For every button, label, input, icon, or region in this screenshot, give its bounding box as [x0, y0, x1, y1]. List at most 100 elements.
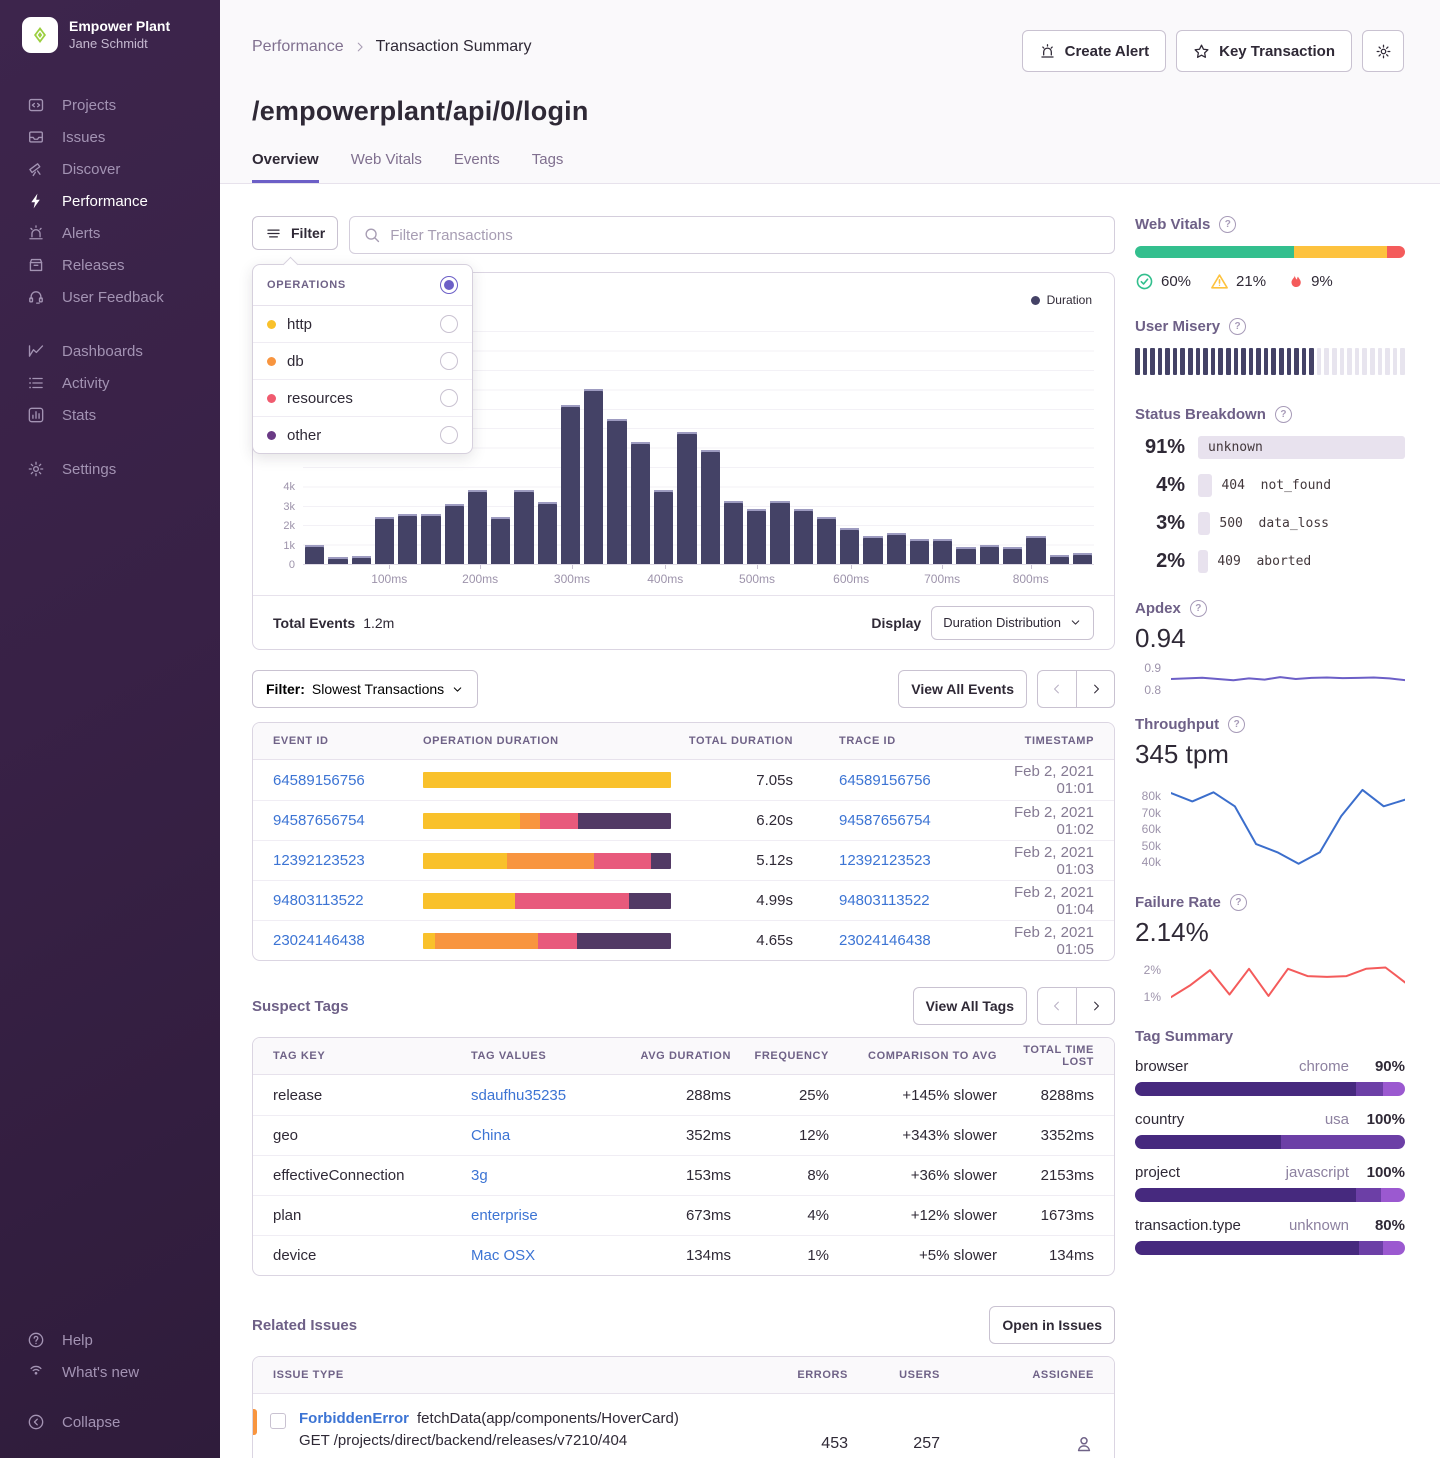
event-id-link[interactable]: 12392123523	[273, 852, 423, 869]
histogram-bar[interactable]	[538, 502, 557, 564]
histogram-bar[interactable]	[887, 533, 906, 564]
trace-id-link[interactable]: 94587656754	[793, 812, 993, 829]
tag-value-link[interactable]: enterprise	[471, 1207, 623, 1224]
help-question-icon[interactable]: ?	[1228, 716, 1245, 733]
trace-id-link[interactable]: 23024146438	[793, 932, 993, 949]
help-question-icon[interactable]: ?	[1230, 894, 1247, 911]
radio-selected-icon[interactable]	[440, 276, 458, 294]
event-id-link[interactable]: 23024146438	[273, 932, 423, 949]
open-in-issues-button[interactable]: Open in Issues	[989, 1306, 1115, 1344]
tag-value-link[interactable]: sdaufhu35235	[471, 1087, 623, 1104]
histogram-bar[interactable]	[1073, 553, 1092, 564]
histogram-bar[interactable]	[491, 517, 510, 564]
sidebar-item-alerts[interactable]: Alerts	[0, 217, 220, 249]
issue-checkbox[interactable]	[270, 1413, 286, 1429]
pager-next-button[interactable]	[1076, 988, 1114, 1024]
trace-id-link[interactable]: 64589156756	[793, 772, 993, 789]
tag-summary-bar[interactable]	[1135, 1188, 1405, 1202]
sidebar-item-user-feedback[interactable]: User Feedback	[0, 281, 220, 313]
histogram-bar[interactable]	[328, 557, 347, 564]
sidebar-item-what-s-new[interactable]: What's new	[0, 1356, 220, 1388]
assignee-button[interactable]	[966, 1434, 1094, 1454]
histogram-bar[interactable]	[980, 545, 999, 564]
help-question-icon[interactable]: ?	[1275, 406, 1292, 423]
operation-option-db[interactable]: db	[253, 343, 472, 380]
tab-web-vitals[interactable]: Web Vitals	[351, 151, 422, 183]
sidebar-item-dashboards[interactable]: Dashboards	[0, 335, 220, 367]
histogram-bar[interactable]	[794, 509, 813, 564]
histogram-bar[interactable]	[677, 432, 696, 564]
histogram-bar[interactable]	[445, 504, 464, 564]
histogram-bar[interactable]	[840, 528, 859, 564]
histogram-bar[interactable]	[631, 442, 650, 564]
histogram-bar[interactable]	[607, 419, 626, 565]
event-id-link[interactable]: 64589156756	[273, 772, 423, 789]
create-alert-button[interactable]: Create Alert	[1022, 30, 1166, 72]
operation-option-other[interactable]: other	[253, 417, 472, 453]
sidebar-item-help[interactable]: Help	[0, 1324, 220, 1356]
sidebar-item-releases[interactable]: Releases	[0, 249, 220, 281]
histogram-bar[interactable]	[910, 539, 929, 564]
pager-next-button[interactable]	[1076, 671, 1114, 707]
help-question-icon[interactable]: ?	[1219, 216, 1236, 233]
tab-events[interactable]: Events	[454, 151, 500, 183]
histogram-bar[interactable]	[421, 514, 440, 564]
sidebar-item-settings[interactable]: Settings	[0, 453, 220, 485]
histogram-bar[interactable]	[305, 545, 324, 564]
sidebar-item-stats[interactable]: Stats	[0, 399, 220, 431]
radio-icon[interactable]	[440, 352, 458, 370]
operation-option-http[interactable]: http	[253, 306, 472, 343]
histogram-bar[interactable]	[514, 490, 533, 564]
trace-id-link[interactable]: 94803113522	[793, 892, 993, 909]
histogram-bar[interactable]	[701, 450, 720, 565]
trace-id-link[interactable]: 12392123523	[793, 852, 993, 869]
events-filter-select[interactable]: Filter: Slowest Transactions	[252, 670, 478, 708]
tag-summary-bar[interactable]	[1135, 1082, 1405, 1096]
search-input[interactable]	[390, 227, 1101, 244]
sidebar-item-projects[interactable]: Projects	[0, 89, 220, 121]
sidebar-item-performance[interactable]: Performance	[0, 185, 220, 217]
histogram-bar[interactable]	[352, 556, 371, 564]
radio-icon[interactable]	[440, 389, 458, 407]
histogram-bar[interactable]	[654, 490, 673, 564]
histogram-bar[interactable]	[933, 539, 952, 564]
help-question-icon[interactable]: ?	[1190, 600, 1207, 617]
event-id-link[interactable]: 94803113522	[273, 892, 423, 909]
histogram-bar[interactable]	[584, 389, 603, 564]
view-all-events-button[interactable]: View All Events	[898, 670, 1027, 708]
histogram-bar[interactable]	[770, 501, 789, 564]
histogram-bar[interactable]	[956, 547, 975, 565]
tab-overview[interactable]: Overview	[252, 151, 319, 183]
histogram-bar[interactable]	[1026, 536, 1045, 564]
breadcrumb-section[interactable]: Performance	[252, 38, 344, 56]
histogram-bar[interactable]	[375, 517, 394, 564]
histogram-bar[interactable]	[561, 405, 580, 564]
org-switcher[interactable]: Empower Plant Jane Schmidt	[0, 0, 220, 67]
histogram-bar[interactable]	[1003, 547, 1022, 565]
settings-gear-button[interactable]	[1362, 30, 1404, 72]
sidebar-item-discover[interactable]: Discover	[0, 153, 220, 185]
tag-value-link[interactable]: China	[471, 1127, 623, 1144]
help-question-icon[interactable]: ?	[1229, 318, 1246, 335]
filter-button[interactable]: Filter	[252, 216, 338, 250]
pager-prev-button[interactable]	[1038, 671, 1076, 707]
tag-value-link[interactable]: Mac OSX	[471, 1247, 623, 1264]
sidebar-item-collapse[interactable]: Collapse	[0, 1406, 220, 1438]
tab-tags[interactable]: Tags	[532, 151, 564, 183]
histogram-bar[interactable]	[398, 514, 417, 564]
sidebar-item-activity[interactable]: Activity	[0, 367, 220, 399]
histogram-bar[interactable]	[468, 490, 487, 564]
issue-row[interactable]: ForbiddenErrorfetchData(app/components/H…	[253, 1394, 1114, 1458]
radio-icon[interactable]	[440, 426, 458, 444]
event-id-link[interactable]: 94587656754	[273, 812, 423, 829]
view-all-tags-button[interactable]: View All Tags	[913, 987, 1027, 1025]
histogram-bar[interactable]	[747, 509, 766, 564]
display-select[interactable]: Duration Distribution	[931, 606, 1094, 640]
histogram-bar[interactable]	[817, 517, 836, 564]
histogram-bar[interactable]	[724, 501, 743, 564]
issue-type-link[interactable]: ForbiddenError	[299, 1410, 409, 1427]
operations-dropdown-header[interactable]: OPERATIONS	[253, 265, 472, 306]
sidebar-item-issues[interactable]: Issues	[0, 121, 220, 153]
key-transaction-button[interactable]: Key Transaction	[1176, 30, 1352, 72]
radio-icon[interactable]	[440, 315, 458, 333]
